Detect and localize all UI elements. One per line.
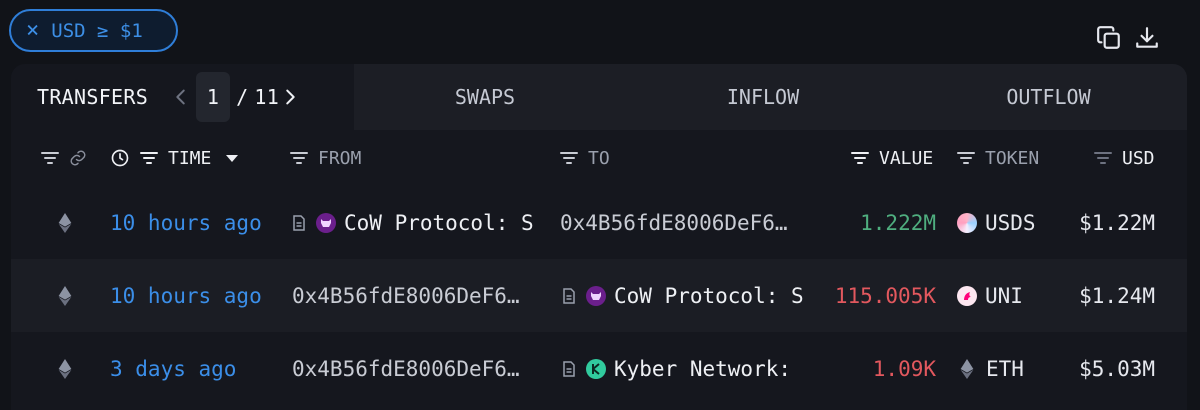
ethereum-icon — [58, 285, 72, 306]
link-icon[interactable] — [69, 149, 87, 167]
tab-bar: TRANSFERS 1 / 11 SWAPS INFLOW OUTFLOW — [11, 64, 1187, 130]
filter-icon[interactable] — [849, 149, 871, 167]
pagination: 1 / 11 — [170, 72, 301, 122]
usd-cell: $1.24M — [1079, 283, 1155, 308]
filter-icon[interactable] — [138, 149, 160, 167]
header-from[interactable]: FROM — [288, 130, 361, 186]
chain-cell — [58, 259, 72, 332]
filter-icon[interactable] — [558, 149, 580, 167]
page-current: 1 — [206, 85, 220, 109]
usd-cell: $5.03M — [1079, 356, 1155, 381]
remove-filter-icon[interactable]: × — [26, 19, 39, 42]
uni-token-icon — [957, 285, 977, 306]
header-token-label: TOKEN — [985, 147, 1040, 169]
clock-icon — [111, 149, 129, 167]
to-cell[interactable]: 0x4B56fdE8006DeF6… — [560, 186, 810, 259]
eth-token-icon — [960, 358, 974, 379]
chain-cell — [58, 186, 72, 259]
page-current-box[interactable]: 1 — [196, 72, 231, 122]
time-cell[interactable]: 3 days ago — [110, 332, 280, 405]
usd-filter-chip[interactable]: × USD ≥ $1 — [9, 9, 178, 52]
header-usd[interactable]: USD — [1092, 130, 1155, 186]
page-total: 11 — [254, 85, 280, 109]
table-row[interactable]: 10 hours ago 0x4B56fdE8006DeF6… CoW Prot… — [11, 259, 1187, 332]
copy-icon[interactable] — [1096, 25, 1122, 51]
ethereum-icon — [58, 212, 72, 233]
chain-cell — [58, 332, 72, 405]
from-cell[interactable]: 0x4B56fdE8006DeF6… — [292, 332, 544, 405]
from-label: CoW Protocol: S — [344, 210, 534, 235]
tab-transfers[interactable]: TRANSFERS 1 / 11 — [11, 64, 354, 130]
table-header: TIME FROM TO VALUE TOKEN USD — [11, 130, 1187, 186]
filter-label: USD ≥ $1 — [51, 19, 143, 42]
cow-protocol-icon — [586, 285, 606, 306]
token-cell[interactable]: ETH — [957, 332, 1024, 405]
page-separator: / — [236, 85, 249, 109]
download-icon[interactable] — [1134, 25, 1160, 51]
header-usd-label: USD — [1122, 147, 1155, 169]
header-to[interactable]: TO — [558, 130, 610, 186]
filter-icon[interactable] — [955, 149, 977, 167]
filter-icon[interactable] — [1092, 149, 1114, 167]
value-cell: 115.005K — [834, 283, 936, 308]
chevron-right-icon[interactable] — [279, 86, 301, 108]
value-cell: 1.222M — [860, 210, 936, 235]
filter-icon[interactable] — [288, 149, 310, 167]
header-from-label: FROM — [318, 147, 362, 169]
ethereum-icon — [58, 358, 72, 379]
kyber-network-icon — [586, 358, 606, 379]
contract-icon — [563, 287, 575, 304]
from-cell[interactable]: CoW Protocol: S — [292, 186, 540, 259]
time-cell[interactable]: 10 hours ago — [110, 186, 280, 259]
to-cell[interactable]: Kyber Network: — [562, 332, 807, 405]
value-cell: 1.09K — [872, 356, 936, 381]
from-cell[interactable]: 0x4B56fdE8006DeF6… — [292, 259, 544, 332]
header-to-label: TO — [588, 147, 610, 169]
tab-swaps[interactable]: SWAPS — [354, 64, 616, 130]
token-label: USDS — [985, 210, 1036, 235]
contract-icon — [293, 214, 305, 231]
contract-icon — [563, 360, 575, 377]
sort-desc-icon[interactable] — [225, 153, 239, 163]
header-chain — [39, 130, 87, 186]
token-label: ETH — [986, 356, 1024, 381]
to-cell[interactable]: CoW Protocol: S — [562, 259, 807, 332]
transfers-panel: TRANSFERS 1 / 11 SWAPS INFLOW OUTFLOW TI… — [11, 64, 1187, 410]
to-label: Kyber Network: — [614, 356, 792, 381]
table-row[interactable]: 3 days ago 0x4B56fdE8006DeF6… Kyber Netw… — [11, 332, 1187, 405]
to-label: CoW Protocol: S — [614, 283, 804, 308]
header-value[interactable]: VALUE — [849, 130, 933, 186]
chevron-left-icon[interactable] — [170, 86, 192, 108]
token-cell[interactable]: UNI — [957, 259, 1023, 332]
header-time[interactable]: TIME — [110, 130, 239, 186]
header-value-label: VALUE — [879, 147, 934, 169]
token-label: UNI — [985, 283, 1023, 308]
table-row[interactable]: 10 hours ago CoW Protocol: S 0x4B56fdE80… — [11, 186, 1187, 259]
tab-inflow[interactable]: INFLOW — [616, 64, 910, 130]
time-cell[interactable]: 10 hours ago — [110, 259, 280, 332]
tab-transfers-label: TRANSFERS — [37, 85, 149, 109]
usd-cell: $1.22M — [1079, 210, 1155, 235]
usds-token-icon — [957, 212, 977, 233]
header-token[interactable]: TOKEN — [955, 130, 1039, 186]
header-time-label: TIME — [168, 147, 212, 169]
cow-protocol-icon — [316, 212, 336, 233]
token-cell[interactable]: USDS — [957, 186, 1036, 259]
filter-icon[interactable] — [39, 149, 61, 167]
tab-outflow[interactable]: OUTFLOW — [910, 64, 1187, 130]
